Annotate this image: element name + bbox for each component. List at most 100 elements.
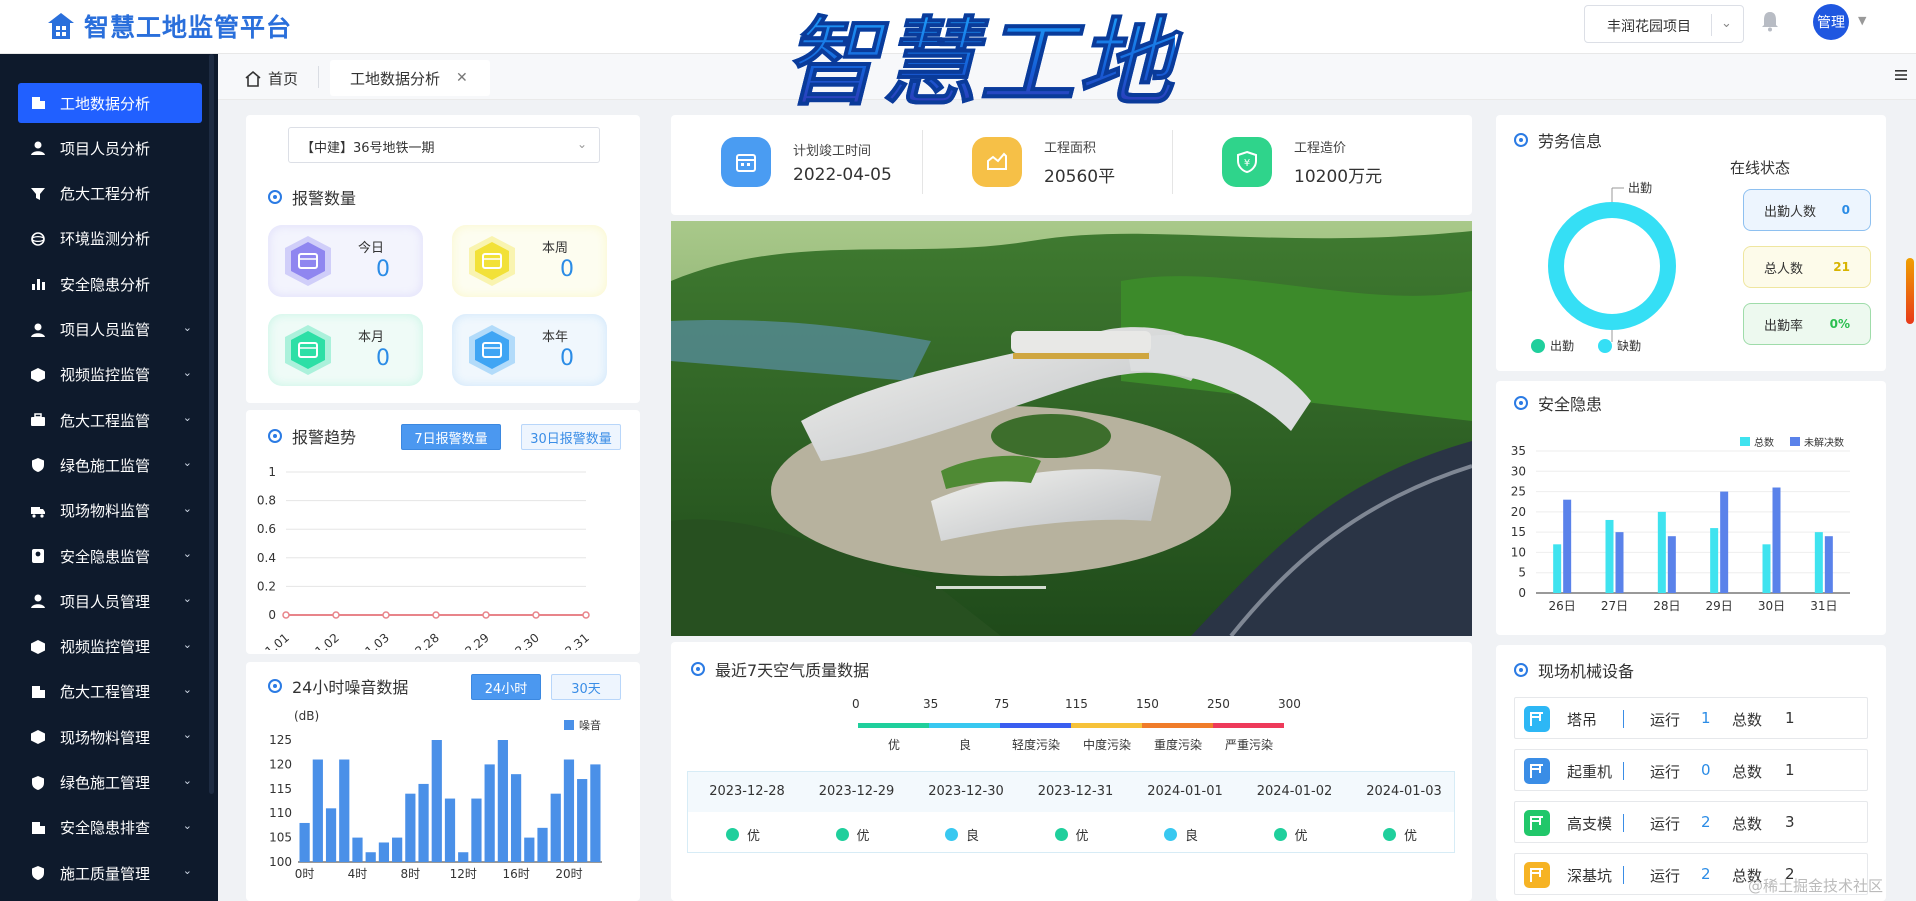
- sidebar-item-10[interactable]: 现场物料监管 ⌄: [18, 491, 202, 531]
- alarm-value: 0: [376, 257, 390, 282]
- machine-total-value: 3: [1785, 813, 1795, 831]
- aq-grade-dot: [1054, 828, 1068, 841]
- shield-icon: [30, 457, 46, 473]
- alarm-box[interactable]: 本年 0: [452, 314, 607, 386]
- sidebar-item-4[interactable]: 环境监测分析: [18, 219, 202, 259]
- sidebar-item-14[interactable]: 危大工程管理 ⌄: [18, 672, 202, 712]
- project-dropdown[interactable]: 【中建】36号地铁一期 ⌄: [288, 127, 600, 163]
- sidebar-item-9[interactable]: 绿色施工监管 ⌄: [18, 445, 202, 485]
- sidebar-item-5[interactable]: 安全隐患分析: [18, 264, 202, 304]
- alarm-value: 0: [560, 346, 574, 371]
- sidebar-item-label: 绿色施工管理: [60, 774, 151, 792]
- sidebar-item-8[interactable]: 危大工程监管 ⌄: [18, 400, 202, 440]
- user-icon: [30, 593, 46, 609]
- y-tick-label: 120: [269, 757, 292, 771]
- sidebar-item-label: 项目人员监管: [60, 321, 151, 339]
- sidebar-item-17[interactable]: 安全隐患排查 ⌄: [18, 808, 202, 848]
- chevron-down-icon[interactable]: ▼: [1858, 14, 1866, 27]
- aq-level-label: 中度污染: [1082, 738, 1131, 752]
- user-icon: [30, 140, 46, 156]
- calendar-icon: [721, 137, 771, 187]
- status-box: 出勤人数 0: [1743, 189, 1871, 231]
- page-scrollbar[interactable]: [1906, 258, 1914, 324]
- tab-active[interactable]: 工地数据分析 ✕: [330, 60, 490, 96]
- aq-grade: 良: [945, 825, 979, 844]
- noise-30day-button[interactable]: 30天: [551, 674, 621, 700]
- x-tick-label: 30日: [1758, 599, 1785, 613]
- project-select[interactable]: 丰润花园项目 ⌄: [1584, 5, 1744, 43]
- trend-point: [282, 611, 290, 619]
- bell-icon[interactable]: [1760, 10, 1780, 32]
- hazard-title: 安全隐患: [1514, 391, 1602, 415]
- sidebar-item-7[interactable]: 视频监控监管 ⌄: [18, 355, 202, 395]
- status-label: 出勤人数: [1764, 204, 1817, 220]
- watermark: @稀土掘金技术社区: [1748, 877, 1884, 895]
- legend-dot: [1531, 339, 1545, 353]
- avatar[interactable]: 管理: [1813, 4, 1849, 40]
- donut-slice: [1548, 202, 1676, 330]
- machine-divider: [1623, 814, 1624, 832]
- trend-30day-button[interactable]: 30日报警数量: [521, 424, 621, 450]
- machine-run-label: 运行: [1650, 711, 1681, 729]
- machine-row[interactable]: 塔吊 运行 1 总数 1: [1514, 697, 1868, 739]
- sidebar-item-13[interactable]: 视频监控管理 ⌄: [18, 627, 202, 667]
- aq-grade: 优: [1273, 825, 1308, 844]
- building-icon: [30, 95, 46, 111]
- aq-date: 2024-01-02: [1256, 784, 1333, 799]
- machine-total-label: 总数: [1732, 815, 1763, 833]
- machine-row[interactable]: 高支模 运行 2 总数 3: [1514, 801, 1868, 843]
- project-stat: 计划竣工时间 2022-04-05: [721, 137, 892, 187]
- app-logo[interactable]: 智慧工地监管平台: [46, 8, 292, 44]
- sidebar-item-18[interactable]: 施工质量管理 ⌄: [18, 853, 202, 893]
- sidebar-item-1[interactable]: 工地数据分析: [18, 83, 202, 123]
- x-tick-label: 20时: [555, 867, 582, 881]
- close-icon[interactable]: ✕: [456, 70, 468, 86]
- machine-name: 高支模: [1567, 815, 1613, 833]
- x-tick-label: 27日: [1601, 599, 1628, 613]
- legend-label: 出勤: [1550, 339, 1574, 353]
- construction-photo: [671, 221, 1472, 636]
- hazard-bar: [1772, 487, 1781, 593]
- sidebar: 工地数据分析 项目人员分析 危大工程分析 环境监测分析 安全隐患分析 项目人员监管 ⌄ 视频监…: [0, 54, 218, 901]
- legend-dot: [1598, 339, 1612, 353]
- filter-icon: [30, 186, 46, 202]
- noise-title-text: 24小时噪音数据: [292, 678, 409, 697]
- machine-row[interactable]: 起重机 运行 0 总数 1: [1514, 749, 1868, 791]
- y-tick-label: 20: [1511, 505, 1526, 519]
- y-tick-label: 105: [269, 831, 292, 845]
- project-select-value: 丰润花园项目: [1607, 19, 1691, 35]
- sidebar-item-3[interactable]: 危大工程分析: [18, 174, 202, 214]
- y-tick-label: 0.6: [257, 522, 276, 536]
- menu-icon[interactable]: [1894, 68, 1908, 82]
- stat-text: 工程面积 20560平: [1044, 137, 1115, 187]
- sidebar-item-2[interactable]: 项目人员分析: [18, 128, 202, 168]
- sidebar-scrollbar[interactable]: [209, 54, 214, 794]
- sidebar-item-12[interactable]: 项目人员管理 ⌄: [18, 581, 202, 621]
- aq-grade-label: 优: [856, 829, 870, 844]
- trend-point: [432, 611, 440, 619]
- noise-bar: [471, 798, 482, 862]
- noise-bar: [378, 842, 390, 862]
- sidebar-item-label: 工地数据分析: [60, 94, 151, 113]
- noise-24h-button[interactable]: 24小时: [471, 674, 541, 700]
- sidebar-item-11[interactable]: 安全隐患监管 ⌄: [18, 536, 202, 576]
- machine-total-value: 1: [1785, 709, 1795, 727]
- chevron-down-icon: ⌄: [182, 365, 192, 379]
- aq-grade-dot: [835, 828, 849, 841]
- alarm-box[interactable]: 本周 0: [452, 225, 607, 297]
- sidebar-item-label: 安全隐患排查: [60, 819, 151, 838]
- chevron-down-icon: ⌄: [182, 773, 192, 787]
- sidebar-item-15[interactable]: 现场物料管理 ⌄: [18, 717, 202, 757]
- trend-7day-button[interactable]: 7日报警数量: [401, 424, 501, 450]
- alarm-box[interactable]: 今日 0: [268, 225, 423, 297]
- status-box: 总人数 21: [1743, 246, 1871, 288]
- chevron-down-icon: ⌄: [182, 637, 192, 651]
- tab-home[interactable]: 首页: [244, 68, 298, 89]
- sidebar-item-6[interactable]: 项目人员监管 ⌄: [18, 310, 202, 350]
- aq-grade: 优: [1383, 825, 1417, 844]
- x-tick-label: 1.01: [262, 631, 291, 650]
- alarm-box[interactable]: 本月 0: [268, 314, 423, 386]
- chevron-down-icon: ⌄: [576, 137, 587, 151]
- machine-run-value: 2: [1701, 865, 1711, 883]
- sidebar-item-16[interactable]: 绿色施工管理 ⌄: [18, 763, 202, 803]
